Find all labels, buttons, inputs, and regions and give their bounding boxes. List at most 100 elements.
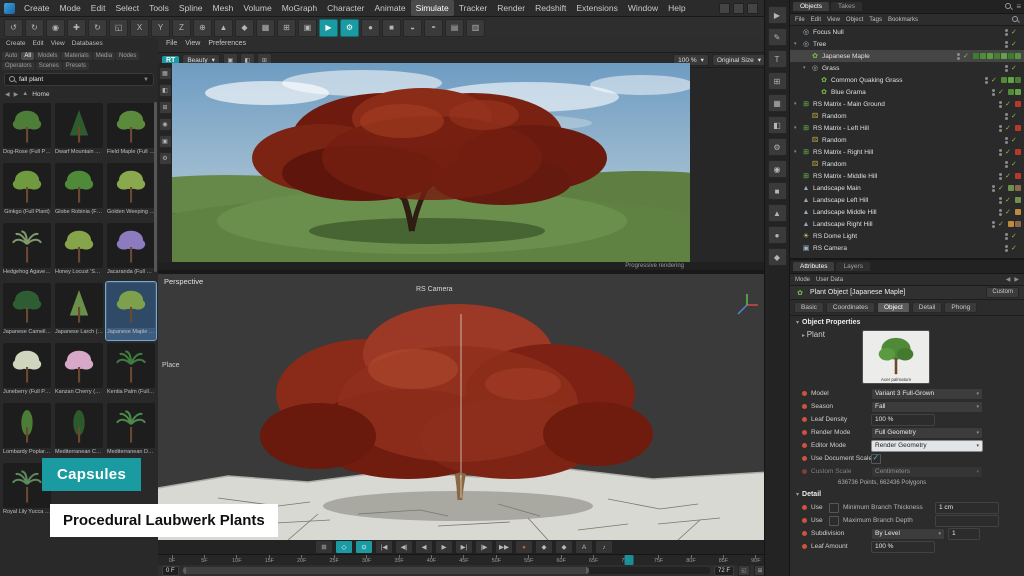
menu-item[interactable]: Select [110,0,144,16]
detail-header[interactable]: ▾ Detail [790,488,1024,501]
visibility-dots[interactable] [999,173,1002,180]
asset-menu-item[interactable]: Databases [72,40,103,49]
tweening-icon[interactable]: ⊙ [355,540,373,554]
object-properties-header[interactable]: ▾ Object Properties [790,316,1024,329]
expand-arrow-icon[interactable]: ▾ [803,65,810,71]
perspective-viewport[interactable]: Perspective RS Camera Place [158,274,770,540]
render-size-select[interactable]: Original Size▾ [712,54,766,66]
asset-plant-item[interactable]: Lombardy Poplar (Full Plant) [2,402,52,460]
play-icon[interactable]: ▶ [435,540,453,554]
prev-key-icon[interactable]: ◀| [395,540,413,554]
menu-item[interactable]: Animate [369,0,410,16]
keyframe-mode-icon[interactable]: ◇ [335,540,353,554]
value-field[interactable]: 1 cm [935,502,999,514]
keyframe-dot-icon[interactable] [802,430,807,435]
enabled-check-icon[interactable]: ✓ [998,88,1006,96]
asset-plant-item[interactable]: Dog-Rose (Full Plant) [2,102,52,160]
simulation-cache-icon[interactable]: ◓ [424,19,443,37]
object-tree-row[interactable]: Blue Grama ✓ [790,86,1024,98]
visibility-dots[interactable] [1005,245,1008,252]
object-tree-row[interactable]: Landscape Left Hill ✓ [790,194,1024,206]
dropdown[interactable]: Render Geometry▾ [871,440,983,452]
texture-mode-icon[interactable]: ▦ [256,19,275,37]
asset-plant-item[interactable]: Dwarf Mountain Pine (Full Plant) [54,102,104,160]
attribute-section-tab[interactable]: Detail [912,302,943,313]
asset-plant-item[interactable]: Japanese Camellia (Full Plant) [2,282,52,340]
dropdown[interactable]: By Level▾ [871,528,945,540]
texture-tags[interactable] [1008,89,1021,95]
asset-filter-tab[interactable]: Models [35,52,60,60]
object-menu-item[interactable]: Tags [869,17,882,23]
expand-arrow-icon[interactable]: ▾ [794,125,801,131]
visibility-dots[interactable] [957,53,960,60]
value-field[interactable]: 100 % [871,414,935,426]
object-tree-row[interactable]: Random ✓ [790,134,1024,146]
grid-icon[interactable]: ⊞ [159,101,172,114]
object-menu-item[interactable]: Edit [811,17,821,23]
history-forward-icon[interactable]: ▶ [1014,276,1019,283]
object-menu-item[interactable]: Object [846,17,863,23]
search-input[interactable]: fall plant [19,76,140,83]
checkbox[interactable] [829,516,839,526]
keyframe-dot-icon[interactable] [802,417,807,422]
enabled-check-icon[interactable]: ✓ [998,184,1006,192]
texture-tags[interactable] [1008,221,1021,227]
dropdown[interactable]: Fall▾ [871,401,983,413]
breadcrumb[interactable]: Home [32,91,49,98]
asset-plant-item[interactable]: Field Maple (Full Plant) [106,102,156,160]
pointer-icon[interactable]: ▶ [768,6,787,24]
enabled-check-icon[interactable]: ✓ [1005,100,1013,108]
redo-icon[interactable]: ↻ [25,19,44,37]
keyframe-dot-icon[interactable] [802,443,807,448]
visibility-dots[interactable] [1005,113,1008,120]
menu-item[interactable]: Tracker [454,0,493,16]
asset-category-tab[interactable]: Operators [2,62,35,70]
visibility-dots[interactable] [1005,161,1008,168]
asset-category-tab[interactable]: Scenes [36,62,62,70]
object-tree-row[interactable]: ▾ Grass ✓ [790,62,1024,74]
material-manager-icon[interactable]: ● [361,19,380,37]
enabled-check-icon[interactable]: ✓ [1011,232,1019,240]
layout-icon[interactable] [747,3,758,14]
object-tree-row[interactable]: ▾ RS Matrix - Left Hill ✓ [790,122,1024,134]
asset-plant-item[interactable]: Hedgehog Agave (Full Plant) [2,222,52,280]
settings-icon[interactable]: ⚙ [768,138,787,156]
render-menu-item[interactable]: View [185,40,200,50]
asset-filter-tab[interactable]: All [21,52,34,60]
visibility-dots[interactable] [1005,65,1008,72]
asset-category-tab[interactable]: Presets [63,62,89,70]
keyframe-dot-icon[interactable] [802,531,807,536]
keyframe-dot-icon[interactable] [802,518,807,523]
range-end-field[interactable]: 72 F [714,566,734,576]
keyframe-dot-icon[interactable] [802,469,807,474]
attribute-menu-item[interactable]: User Data [816,277,843,283]
enabled-check-icon[interactable]: ✓ [1005,208,1013,216]
next-frame-icon[interactable]: ▶| [455,540,473,554]
render-view-icon[interactable]: ▣ [298,19,317,37]
custom-button[interactable]: Custom [986,287,1019,298]
asset-plant-item[interactable]: Juneberry (Full Plant) [2,342,52,400]
texture-tags[interactable] [1015,209,1021,215]
asset-plant-item[interactable]: Mediterranean Dwarf Palm (Full Plant) [106,402,156,460]
simulation-scene-icon[interactable]: ◒ [403,19,422,37]
workplane-icon[interactable]: ⊞ [277,19,296,37]
live-selection-icon[interactable]: ◉ [46,19,65,37]
visibility-dots[interactable] [992,221,995,228]
visibility-dots[interactable] [999,125,1002,132]
timeline-scrubber[interactable] [625,555,634,565]
menu-item[interactable]: Mesh [208,0,239,16]
enabled-check-icon[interactable]: ✓ [1011,160,1019,168]
keyframe-grid-icon[interactable]: ⊞ [315,540,333,554]
asset-plant-item[interactable]: Honey Locust 'Sunburst' (Full Plant) [54,222,104,280]
attribute-section-tab[interactable]: Phong [944,302,977,313]
key-scale-icon[interactable]: ◆ [555,540,573,554]
object-tree-row[interactable]: ▾ RS Matrix - Main Ground ✓ [790,98,1024,110]
fold-icon[interactable]: ◱ [738,565,750,576]
texture-tags[interactable] [1001,77,1021,83]
ab-compare-icon[interactable]: ▦ [159,67,172,80]
prev-frame-icon[interactable]: ◀ [415,540,433,554]
menu-item[interactable]: Render [492,0,530,16]
history-back-icon[interactable]: ◀ [1006,276,1011,283]
menu-item[interactable]: Mode [55,0,86,16]
axis-x-toggle[interactable]: X [130,19,149,37]
